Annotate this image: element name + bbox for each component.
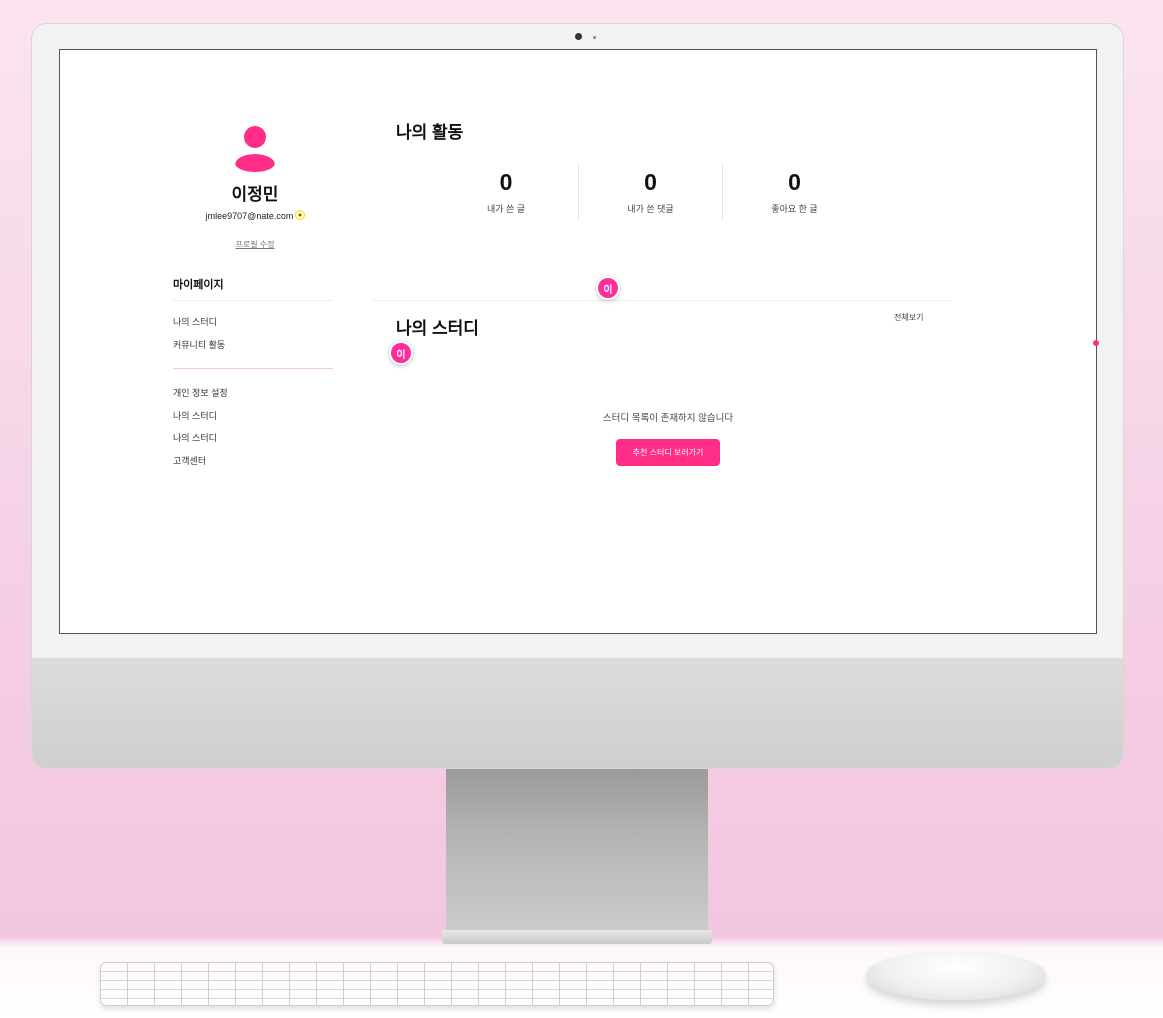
camera-indicator: [593, 36, 596, 39]
stat-posts[interactable]: 0 내가 쓴 글: [434, 162, 578, 221]
keyboard: [100, 962, 774, 1006]
screen: 이정민 jmlee9707@nate.com 프로필 수정 마이페이지 나의 스…: [59, 49, 1099, 634]
activity-title: 나의 활동: [396, 123, 464, 142]
avatar-icon: [235, 126, 275, 172]
sidebar-item-support[interactable]: 고객센터: [173, 450, 333, 473]
mypage-app: 이정민 jmlee9707@nate.com 프로필 수정 마이페이지 나의 스…: [60, 50, 1099, 633]
mouse: [866, 950, 1046, 1000]
empty-study-message: 스터디 목록이 존재하지 않습니다: [602, 413, 734, 424]
stat-label: 내가 쓴 글: [486, 204, 526, 214]
stat-label: 내가 쓴 댓글: [627, 204, 674, 214]
study-title: 나의 스터디: [396, 319, 479, 338]
section-divider: [372, 300, 950, 301]
view-all-link[interactable]: 전체보기: [894, 312, 923, 323]
recommended-study-button[interactable]: 추천 스터디 보러가기: [616, 439, 720, 466]
profile-edit-link[interactable]: 프로필 수정: [190, 239, 320, 250]
verified-badge-icon: [296, 210, 305, 219]
stat-value: 0: [644, 169, 657, 195]
monitor-stand: [446, 769, 708, 939]
stat-comments[interactable]: 0 내가 쓴 댓글: [578, 162, 722, 221]
stat-value: 0: [499, 169, 513, 195]
sidebar-title: 마이페이지: [173, 276, 333, 301]
activity-stats: 0 내가 쓴 글 0 내가 쓴 댓글 0 좋아요 한 글: [434, 162, 866, 221]
monitor-stand-base: [442, 930, 712, 944]
user-name: 이정민: [231, 185, 279, 204]
sidebar-item-my-study-3[interactable]: 나의 스터디: [173, 427, 333, 450]
sidebar-item-my-study-2[interactable]: 나의 스터디: [173, 405, 333, 428]
sidebar-item-community[interactable]: 커뮤니티 활동: [173, 334, 333, 357]
monitor: 이정민 jmlee9707@nate.com 프로필 수정 마이페이지 나의 스…: [31, 23, 1124, 769]
monitor-chin: [32, 658, 1123, 768]
sidebar: 마이페이지 나의 스터디 커뮤니티 활동 개인 정보 설정 나의 스터디 나의 …: [173, 276, 333, 480]
stat-value: 0: [788, 169, 801, 195]
stat-likes[interactable]: 0 좋아요 한 글: [722, 162, 866, 221]
sidebar-group-activity: 나의 스터디 커뮤니티 활동: [173, 301, 333, 364]
profile-card: 이정민 jmlee9707@nate.com 프로필 수정: [190, 126, 320, 250]
cursor-avatar-icon: 이: [596, 276, 620, 300]
sidebar-group-settings: 개인 정보 설정 나의 스터디 나의 스터디 고객센터: [173, 368, 333, 480]
cursor-avatar-icon: 이: [389, 341, 413, 365]
camera-icon: [575, 33, 582, 40]
user-email: jmlee9707@nate.com: [205, 211, 294, 221]
sidebar-item-my-study[interactable]: 나의 스터디: [173, 311, 333, 334]
stat-label: 좋아요 한 글: [771, 204, 818, 214]
edge-indicator-dot: [1093, 340, 1099, 346]
sidebar-item-privacy-settings[interactable]: 개인 정보 설정: [173, 382, 333, 405]
